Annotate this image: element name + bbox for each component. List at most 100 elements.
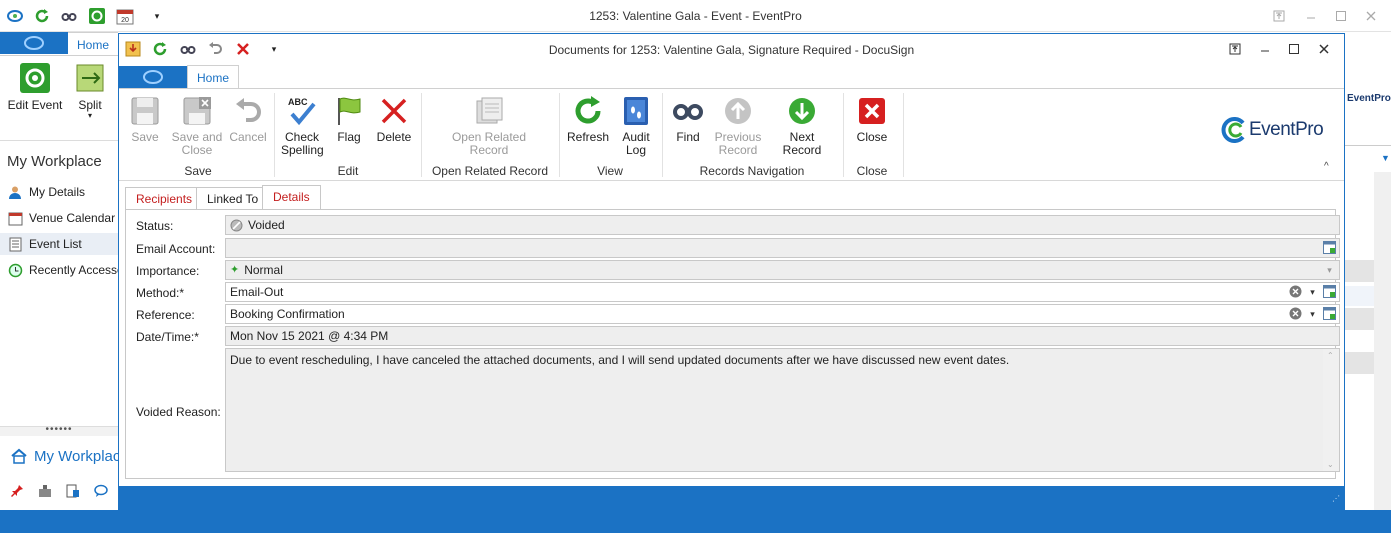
flag-button[interactable]: Flag	[333, 95, 365, 144]
cancel-button[interactable]: Cancel	[229, 95, 267, 144]
split-button[interactable]: Split ▾	[70, 62, 110, 120]
documents-dialog: Documents for 1253: Valentine Gala, Sign…	[118, 33, 1345, 510]
nav-item-label: Event List	[29, 237, 82, 251]
chat-icon[interactable]	[94, 484, 108, 498]
qat-dropdown-icon[interactable]: ▾	[265, 40, 283, 58]
pane-splitter[interactable]: ••••••	[0, 425, 118, 436]
close-icon[interactable]	[1315, 40, 1333, 58]
check-spelling-label-line2: Spelling	[281, 143, 324, 157]
floppy-icon	[129, 95, 161, 127]
collapse-ribbon-icon[interactable]: ^	[1324, 161, 1329, 172]
app-logo-icon[interactable]	[6, 7, 24, 25]
maximize-icon[interactable]	[1285, 40, 1303, 58]
lookup-icon[interactable]	[1322, 284, 1337, 299]
pin-icon[interactable]	[10, 484, 24, 498]
arrow-down-icon	[786, 95, 818, 127]
status-field[interactable]: Voided	[225, 215, 1340, 235]
check-spelling-button[interactable]: ABC Check Spelling	[281, 95, 324, 157]
nav-item-event-list[interactable]: Event List	[0, 233, 118, 255]
voided-reason-label: Voided Reason:	[136, 405, 221, 419]
tab-details[interactable]: Details	[262, 185, 321, 211]
refresh-icon[interactable]	[33, 7, 51, 25]
group-label-records-navigation: Records Navigation	[699, 164, 805, 178]
resize-grip-icon[interactable]: ⋰	[1332, 494, 1340, 503]
next-record-button[interactable]: Next Record	[771, 95, 833, 157]
split-dropdown-icon[interactable]: ▾	[70, 112, 110, 120]
nav-item-my-details[interactable]: My Details	[8, 181, 85, 203]
clear-icon[interactable]	[1288, 306, 1303, 321]
close-button[interactable]: Close	[855, 95, 889, 144]
restore-icon[interactable]	[1226, 40, 1244, 58]
binoculars-icon[interactable]	[179, 40, 197, 58]
chevron-down-icon[interactable]: ▾	[1305, 306, 1320, 321]
restore-icon[interactable]	[1270, 7, 1288, 25]
chevron-down-icon[interactable]: ▼	[1381, 153, 1390, 163]
delete-button[interactable]: Delete	[375, 95, 413, 144]
spellcheck-icon: ABC	[286, 95, 318, 127]
method-label: Method:*	[136, 286, 185, 300]
tab-recipients[interactable]: Recipients	[125, 187, 204, 210]
calendar-icon[interactable]: 20	[116, 7, 134, 25]
nav-item-recently-accessed[interactable]: Recently Accessed	[8, 259, 130, 281]
gear-icon[interactable]	[88, 7, 106, 25]
refresh-icon[interactable]	[151, 40, 169, 58]
delete-icon[interactable]	[234, 40, 252, 58]
close-icon[interactable]	[1362, 7, 1380, 25]
outer-app-menu-tab[interactable]	[0, 32, 68, 54]
chevron-down-icon[interactable]: ▾	[1322, 262, 1337, 277]
related-record-icon	[473, 95, 505, 127]
open-related-record-button[interactable]: Open Related Record	[449, 95, 529, 157]
building-icon[interactable]	[38, 484, 52, 498]
chevron-down-icon[interactable]: ▾	[1305, 284, 1320, 299]
minimize-icon[interactable]	[1256, 40, 1274, 58]
find-button[interactable]: Find	[671, 95, 705, 144]
refresh-button[interactable]: Refresh	[567, 95, 609, 144]
minimize-icon[interactable]	[1302, 7, 1320, 25]
scrollbar[interactable]	[1374, 172, 1391, 510]
dialog-tab-home[interactable]: Home	[187, 65, 239, 89]
lookup-icon[interactable]	[1322, 306, 1337, 321]
scroll-down-icon[interactable]: ⌄	[1327, 460, 1334, 469]
flag-icon	[333, 95, 365, 127]
nav-item-venue-calendar[interactable]: Venue Calendar	[8, 207, 115, 229]
open-related-label-line2: Record	[469, 143, 509, 157]
dialog-ribbon: Save Save and Close Cancel Save ABC Chec…	[119, 88, 1344, 181]
qat-dropdown-icon[interactable]: ▾	[148, 7, 166, 25]
datetime-field[interactable]: Mon Nov 15 2021 @ 4:34 PM	[225, 326, 1340, 346]
clear-icon[interactable]	[1288, 284, 1303, 299]
save-icon[interactable]	[124, 40, 142, 58]
undo-icon	[232, 95, 264, 127]
method-field[interactable]: Email-Out ▾	[225, 282, 1340, 302]
find-label: Find	[676, 130, 700, 144]
reference-field[interactable]: Booking Confirmation ▾	[225, 304, 1340, 324]
email-account-field[interactable]	[225, 238, 1340, 258]
audit-log-button[interactable]: Audit Log	[619, 95, 653, 157]
bottom-workplace-link[interactable]: My Workplace	[10, 447, 129, 465]
save-label: Save	[131, 130, 159, 144]
group-separator	[903, 93, 904, 177]
group-label-view: View	[597, 164, 623, 178]
importance-normal-icon: ✦	[230, 264, 240, 276]
binoculars-icon[interactable]	[60, 7, 78, 25]
dialog-status-bar: ⋰	[119, 486, 1344, 509]
lookup-icon[interactable]	[1322, 240, 1337, 255]
voided-icon	[230, 219, 243, 232]
group-label-close: Close	[856, 164, 888, 178]
close-label: Close	[856, 130, 888, 144]
outer-tab-home[interactable]: Home	[68, 32, 118, 56]
voided-reason-textarea[interactable]: Due to event rescheduling, I have cancel…	[225, 348, 1340, 472]
tab-linked-to[interactable]: Linked To	[196, 187, 270, 210]
save-and-close-button[interactable]: Save and Close	[171, 95, 223, 157]
group-label-open-related: Open Related Record	[431, 164, 549, 178]
previous-record-button[interactable]: Previous Record	[713, 95, 763, 157]
report-icon[interactable]	[66, 484, 80, 498]
scroll-up-icon[interactable]: ⌃	[1327, 351, 1334, 360]
save-button[interactable]: Save	[129, 95, 161, 144]
edit-event-button[interactable]: Edit Event	[6, 62, 64, 112]
dialog-app-menu-tab[interactable]	[119, 66, 187, 88]
previous-record-label-line2: Record	[718, 143, 758, 157]
importance-field[interactable]: ✦ Normal ▾	[225, 260, 1340, 280]
undo-icon[interactable]	[206, 40, 224, 58]
maximize-icon[interactable]	[1332, 7, 1350, 25]
textarea-scrollbar[interactable]: ⌃ ⌄	[1323, 349, 1339, 471]
